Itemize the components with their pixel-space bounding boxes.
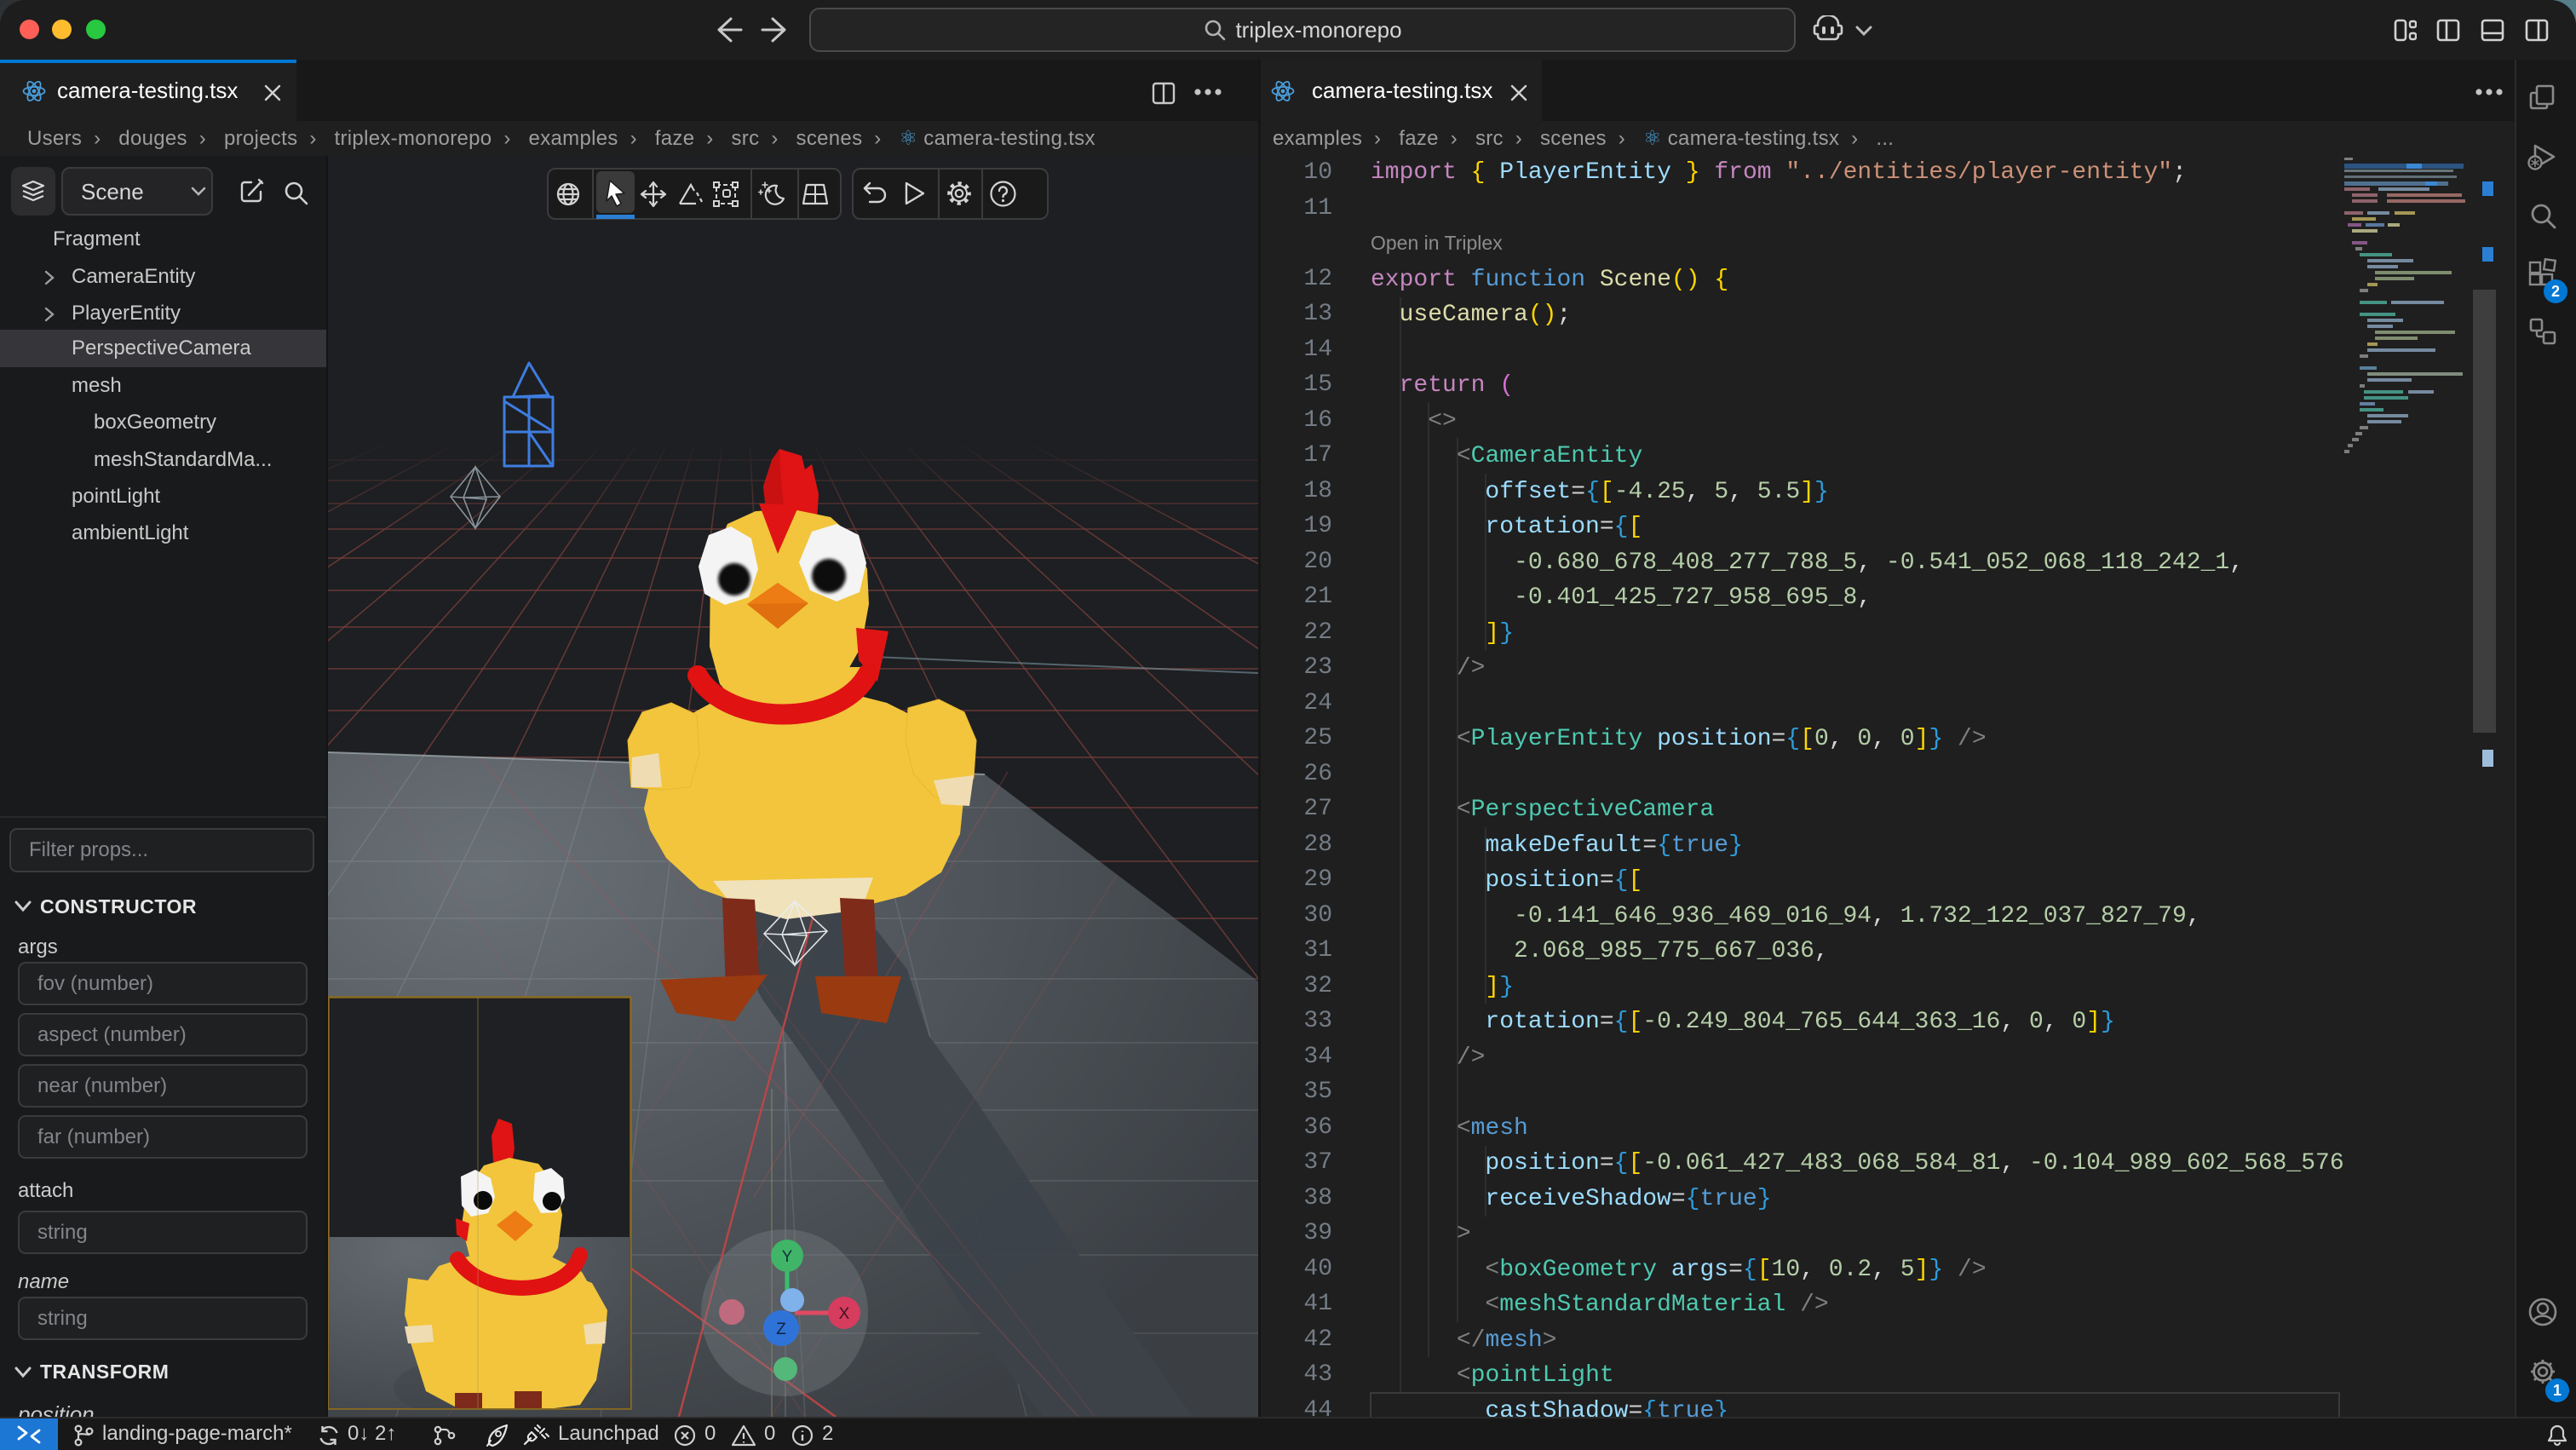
svg-text:Y: Y (782, 1248, 793, 1266)
svg-text:X: X (839, 1305, 850, 1323)
svg-text:Z: Z (776, 1321, 786, 1338)
